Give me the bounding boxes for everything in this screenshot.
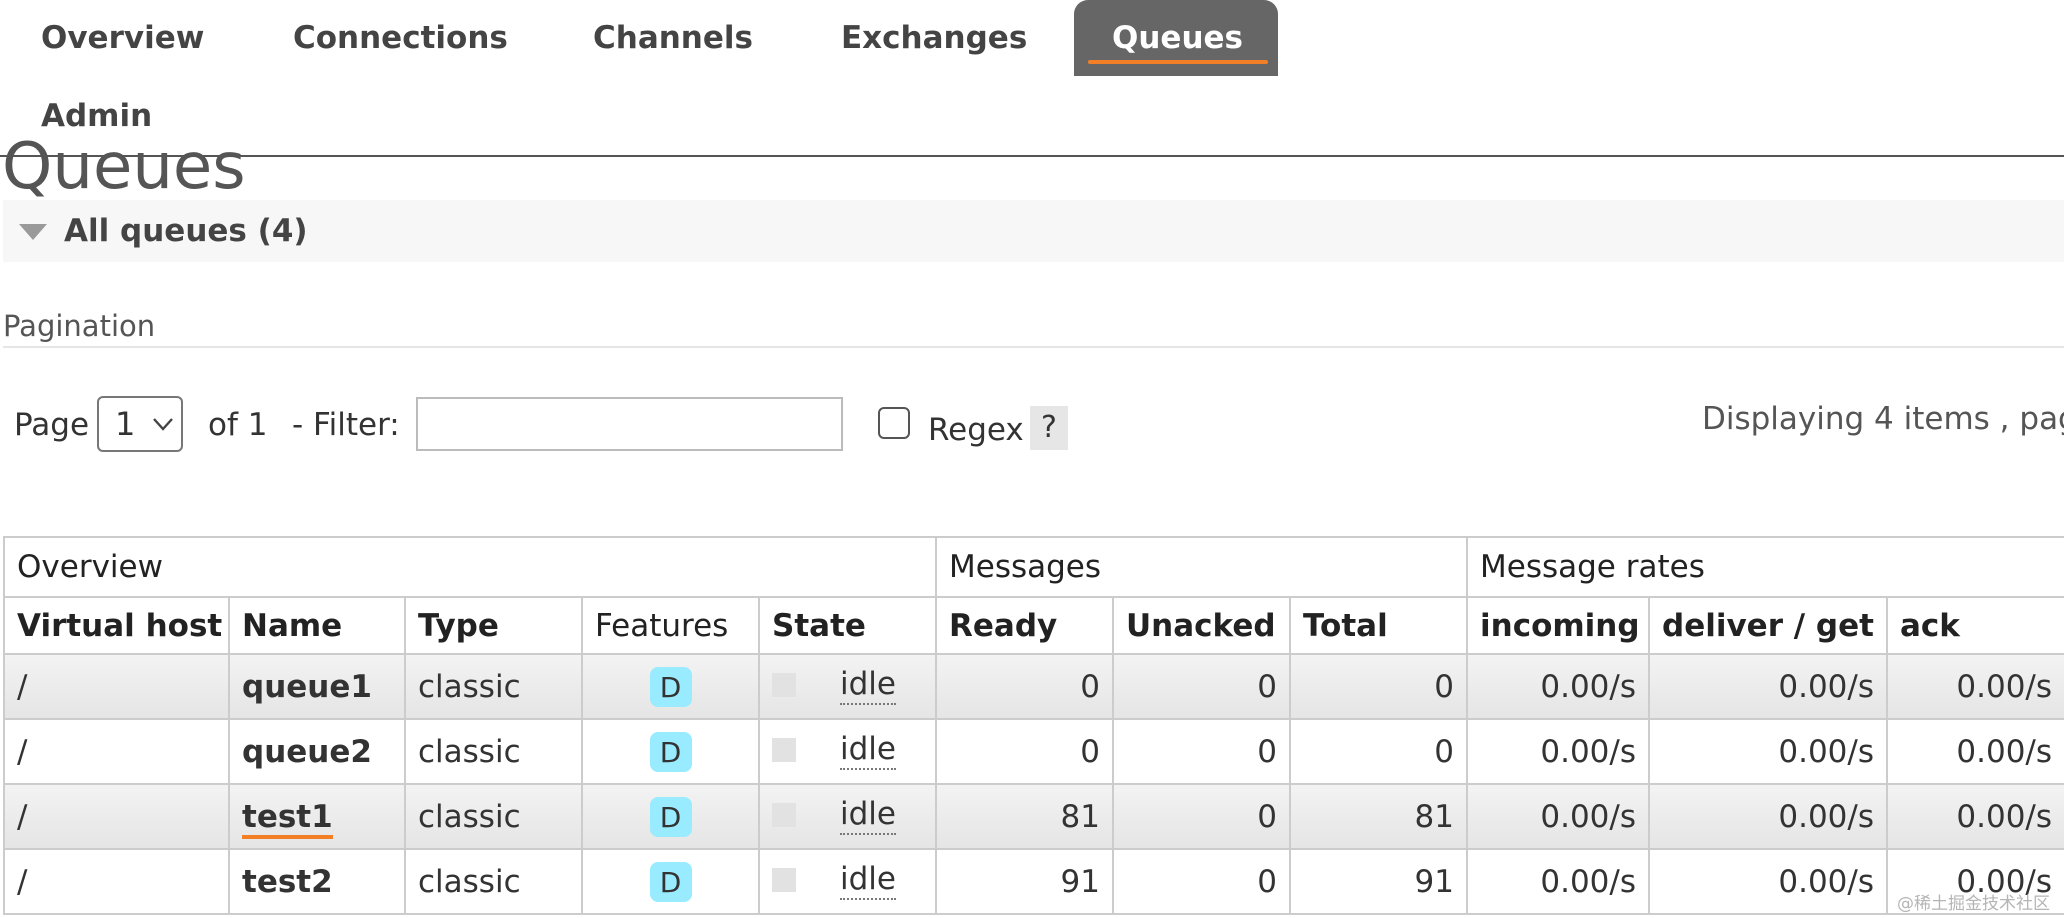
column-header-total[interactable]: Total bbox=[1289, 596, 1468, 655]
group-header-messages: Messages bbox=[935, 536, 1468, 598]
column-header-deliver-get[interactable]: deliver / get bbox=[1648, 596, 1888, 655]
cell-incoming: 0.00/s bbox=[1466, 783, 1650, 850]
nav-tab-overview[interactable]: Overview bbox=[3, 0, 242, 76]
table-row: / test2 classic D idle 91 0 91 0.00/s 0.… bbox=[3, 848, 2064, 915]
cell-unacked: 0 bbox=[1112, 653, 1291, 720]
cell-deliver-get: 0.00/s bbox=[1648, 718, 1888, 785]
column-header-ready[interactable]: Ready bbox=[935, 596, 1114, 655]
cell-ready: 0 bbox=[935, 653, 1114, 720]
regex-help-button[interactable]: ? bbox=[1030, 406, 1068, 450]
queue-name-link[interactable]: test1 bbox=[242, 798, 333, 839]
cell-ack: 0.00/s bbox=[1885, 653, 2064, 720]
regex-label: Regex bbox=[928, 412, 1024, 448]
collapse-triangle-icon bbox=[19, 224, 47, 240]
cell-ready: 91 bbox=[935, 848, 1114, 915]
queue-name-link[interactable]: queue2 bbox=[242, 734, 372, 770]
page-total-label: of 1 bbox=[208, 407, 268, 443]
displaying-items-text: Displaying 4 items , pag bbox=[1702, 401, 2064, 437]
table-row: / queue2 classic D idle 0 0 0 0.00/s 0.0… bbox=[3, 718, 2064, 785]
cell-incoming: 0.00/s bbox=[1466, 718, 1650, 785]
state-indicator-icon bbox=[772, 672, 796, 697]
all-queues-section-toggle[interactable]: All queues (4) bbox=[3, 200, 2064, 262]
column-header-virtual-host[interactable]: Virtual host bbox=[3, 596, 230, 655]
state-indicator-icon bbox=[772, 867, 796, 892]
cell-type: classic bbox=[404, 718, 583, 785]
queues-table: Overview Messages Message rates Virtual … bbox=[3, 536, 2064, 915]
cell-ack: 0.00/s bbox=[1885, 718, 2064, 785]
queue-name-link[interactable]: test2 bbox=[242, 864, 333, 900]
cell-unacked: 0 bbox=[1112, 783, 1291, 850]
nav-tab-channels[interactable]: Channels bbox=[555, 0, 791, 76]
column-header-state[interactable]: State bbox=[758, 596, 937, 655]
cell-total: 0 bbox=[1289, 653, 1468, 720]
cell-ready: 0 bbox=[935, 718, 1114, 785]
cell-unacked: 0 bbox=[1112, 848, 1291, 915]
cell-deliver-get: 0.00/s bbox=[1648, 653, 1888, 720]
cell-type: classic bbox=[404, 783, 583, 850]
durable-feature-badge: D bbox=[649, 666, 692, 707]
cell-ack: 0.00/s bbox=[1885, 783, 2064, 850]
cell-incoming: 0.00/s bbox=[1466, 653, 1650, 720]
watermark: @稀土掘金技术社区 bbox=[1897, 894, 2050, 914]
column-header-name[interactable]: Name bbox=[228, 596, 406, 655]
cell-virtual-host: / bbox=[3, 848, 230, 915]
column-header-features: Features bbox=[581, 596, 760, 655]
nav-tab-queues[interactable]: Queues bbox=[1074, 0, 1278, 76]
cell-ready: 81 bbox=[935, 783, 1114, 850]
filter-label: - Filter: bbox=[292, 407, 400, 443]
page-select-value: 1 bbox=[115, 405, 136, 443]
cell-total: 91 bbox=[1289, 848, 1468, 915]
group-header-overview: Overview bbox=[3, 536, 937, 598]
cell-virtual-host: / bbox=[3, 783, 230, 850]
column-header-ack[interactable]: ack bbox=[1885, 596, 2064, 655]
cell-virtual-host: / bbox=[3, 653, 230, 720]
group-header-message-rates: Message rates bbox=[1465, 536, 2064, 598]
cell-incoming: 0.00/s bbox=[1466, 848, 1650, 915]
state-text: idle bbox=[840, 665, 896, 705]
nav-tab-exchanges[interactable]: Exchanges bbox=[803, 0, 1065, 76]
state-text: idle bbox=[840, 795, 896, 835]
section-title: All queues (4) bbox=[64, 213, 308, 249]
page-title: Queues bbox=[2, 132, 246, 202]
page-select[interactable]: 1 bbox=[97, 396, 183, 452]
state-text: idle bbox=[840, 730, 896, 770]
state-indicator-icon bbox=[772, 737, 796, 762]
cell-deliver-get: 0.00/s bbox=[1648, 848, 1888, 915]
column-header-incoming[interactable]: incoming bbox=[1466, 596, 1650, 655]
queue-name-link[interactable]: queue1 bbox=[242, 669, 372, 705]
cell-type: classic bbox=[404, 653, 583, 720]
cell-unacked: 0 bbox=[1112, 718, 1291, 785]
cell-total: 0 bbox=[1289, 718, 1468, 785]
column-header-unacked[interactable]: Unacked bbox=[1112, 596, 1291, 655]
chevron-down-icon bbox=[153, 418, 173, 431]
nav-tab-connections[interactable]: Connections bbox=[255, 0, 546, 76]
state-text: idle bbox=[840, 860, 896, 900]
cell-virtual-host: / bbox=[3, 718, 230, 785]
page-label: Page bbox=[14, 407, 90, 443]
table-row: / test1 classic D idle 81 0 81 0.00/s 0.… bbox=[3, 783, 2064, 850]
cell-type: classic bbox=[404, 848, 583, 915]
durable-feature-badge: D bbox=[649, 796, 692, 837]
table-row: / queue1 classic D idle 0 0 0 0.00/s 0.0… bbox=[3, 653, 2064, 720]
durable-feature-badge: D bbox=[649, 731, 692, 772]
filter-input[interactable] bbox=[416, 397, 843, 451]
column-header-type[interactable]: Type bbox=[404, 596, 583, 655]
durable-feature-badge: D bbox=[649, 861, 692, 902]
cell-deliver-get: 0.00/s bbox=[1648, 783, 1888, 850]
pagination-heading: Pagination bbox=[3, 306, 2064, 348]
regex-checkbox[interactable] bbox=[878, 407, 910, 439]
cell-total: 81 bbox=[1289, 783, 1468, 850]
state-indicator-icon bbox=[772, 802, 796, 827]
main-navigation: Overview Connections Channels Exchanges … bbox=[0, 0, 2064, 157]
